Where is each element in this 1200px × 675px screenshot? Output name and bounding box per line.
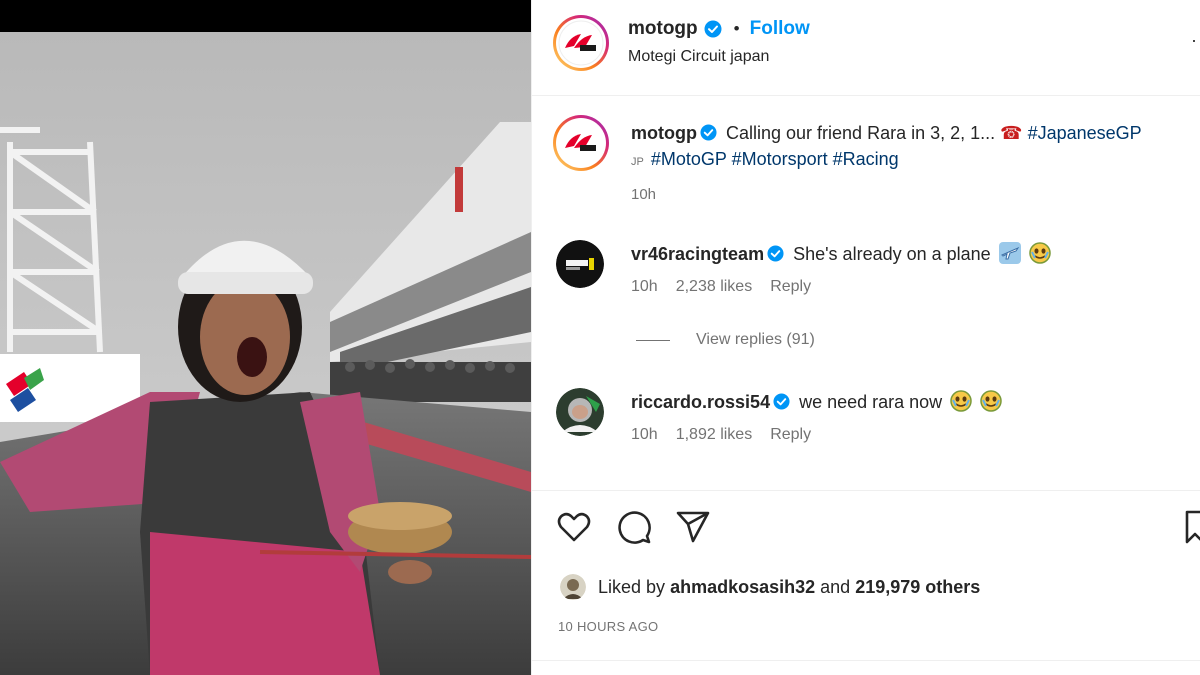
divider [532,660,1200,661]
airplane-emoji [998,242,1021,264]
comment-time: 10h [631,426,658,443]
commenter-avatar[interactable] [556,388,604,436]
author-username[interactable]: motogp [628,18,698,40]
comment-item: riccardo.rossi54 we need rara now 10h 1,… [532,388,1200,458]
face-emoji [950,390,972,412]
post-header: motogp • Follow Motegi Circuit japan · [532,0,1200,96]
hashtag-japanesegp[interactable]: #JapaneseGP [1028,123,1142,143]
view-replies-button[interactable]: View replies (91) [636,331,815,349]
heart-icon[interactable] [556,509,592,545]
author-row: motogp • Follow [628,17,810,41]
hashtag-motorsport[interactable]: #Motorsport [732,149,828,169]
liked-by-count[interactable]: 219,979 others [855,577,980,598]
verified-icon [704,20,722,38]
comment-meta: 10h 2,238 likes Reply [631,278,811,296]
caption-time: 10h [631,186,657,203]
share-icon[interactable] [675,509,711,545]
comment-text: vr46racingteam She's already on a plane [631,242,1051,266]
comment-likes[interactable]: 1,892 likes [676,426,753,444]
face-emoji [980,390,1002,412]
hashtag-motogp[interactable]: #MotoGP [651,149,727,169]
separator-dot: • [733,19,740,38]
caption-avatar[interactable] [552,114,610,172]
view-replies-divider [636,339,670,341]
comment-body: we need rara now [799,392,943,412]
bookmark-icon[interactable] [1184,509,1200,545]
phone-emoji: ☎ [1000,123,1023,143]
post-photo[interactable] [0,32,531,675]
jp-flag-label: JP [631,156,644,168]
caption-body: Calling our friend Rara in 3, 2, 1... [726,123,996,143]
caption-text: motogp Calling our friend Rara in 3, 2, … [631,120,1200,175]
author-avatar[interactable] [552,14,610,72]
comment-body: She's already on a plane [793,244,991,264]
comment-meta: 10h 1,892 likes Reply [631,426,811,444]
verified-icon [773,393,790,410]
hashtag-racing[interactable]: #Racing [833,149,899,169]
comment-icon[interactable] [616,509,652,545]
face-emoji [1028,242,1051,264]
reply-button[interactable]: Reply [770,426,811,444]
comment-username[interactable]: vr46racingteam [631,244,764,264]
verified-icon [767,245,784,262]
comment-item: vr46racingteam She's already on a plane … [532,240,1200,310]
liker-avatar[interactable] [560,574,586,600]
view-replies-label: View replies (91) [696,331,815,348]
post-photo-panel [0,0,531,675]
liked-by: Liked by ahmadkosasih32 and 219,979 othe… [560,574,980,600]
caption-username[interactable]: motogp [631,123,697,143]
action-bar [532,490,1200,566]
comment-text: riccardo.rossi54 we need rara now [631,390,1002,414]
post-details-panel: motogp • Follow Motegi Circuit japan · m… [531,0,1200,675]
verified-icon [700,124,717,141]
follow-button[interactable]: Follow [750,18,810,40]
comment-time: 10h [631,278,658,295]
liked-by-prefix: Liked by [598,576,666,597]
comment-likes[interactable]: 2,238 likes [676,278,753,296]
post-timestamp[interactable]: 10 HOURS AGO [558,619,658,634]
liked-by-user[interactable]: ahmadkosasih32 [670,577,815,598]
comment-username[interactable]: riccardo.rossi54 [631,392,770,412]
reply-button[interactable]: Reply [770,278,811,296]
post-location[interactable]: Motegi Circuit japan [628,48,769,66]
commenter-avatar[interactable] [556,240,604,288]
more-options-icon[interactable]: · [1191,30,1200,50]
liked-by-and: and [820,576,851,597]
